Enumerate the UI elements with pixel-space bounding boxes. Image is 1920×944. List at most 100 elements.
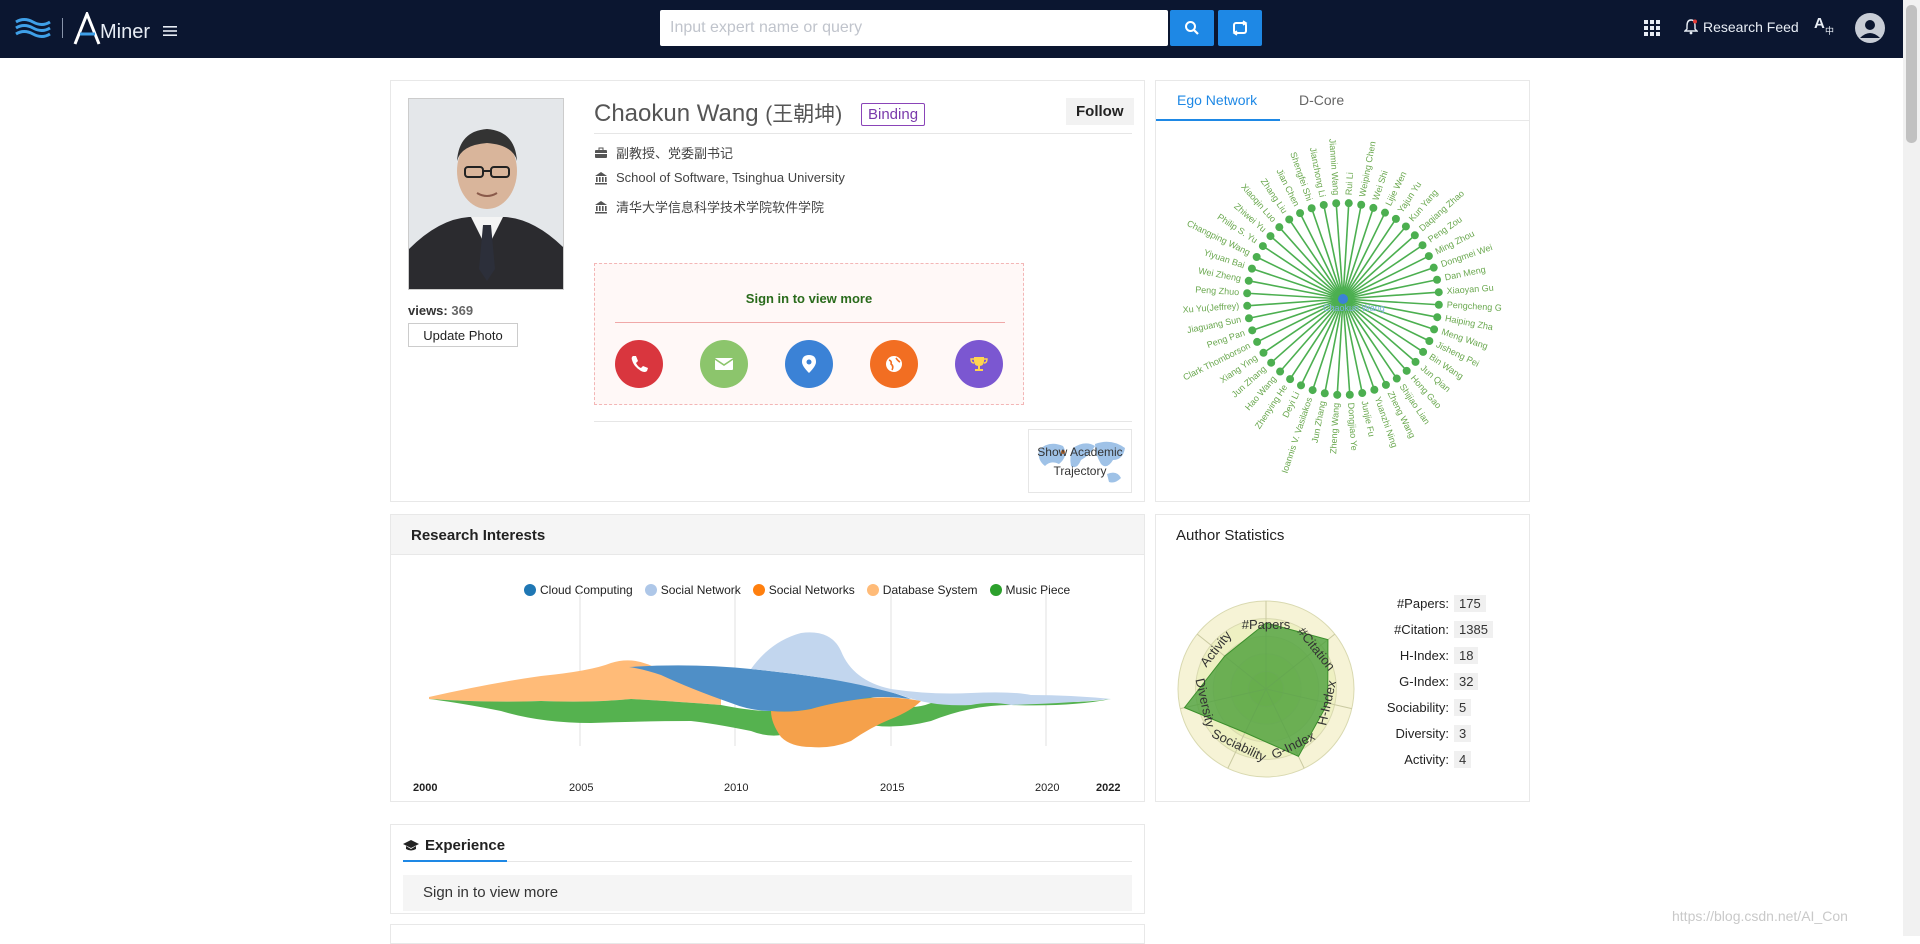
stat-label: G-Index:	[1399, 674, 1449, 689]
ego-node[interactable]	[1358, 389, 1367, 398]
language-switch-icon[interactable]: A 中	[1814, 14, 1836, 36]
phone-button[interactable]	[615, 340, 663, 388]
ego-node[interactable]	[1275, 223, 1284, 232]
ego-node[interactable]	[1253, 337, 1262, 346]
stat-label: H-Index:	[1399, 648, 1449, 663]
ego-node[interactable]	[1296, 209, 1305, 218]
ego-node[interactable]	[1247, 264, 1256, 273]
ego-node[interactable]	[1411, 357, 1420, 366]
ego-node-label[interactable]: Peng Zhuo	[1195, 285, 1240, 298]
ego-node[interactable]	[1370, 385, 1379, 394]
ego-node[interactable]	[1266, 232, 1275, 241]
homepage-button[interactable]	[870, 340, 918, 388]
experience-title-text: Experience	[425, 837, 506, 854]
ego-node-label[interactable]: Zheng Wang	[1328, 402, 1341, 454]
ego-node[interactable]	[1276, 367, 1285, 376]
ego-node[interactable]	[1380, 208, 1389, 217]
experience-title: Experience	[403, 837, 505, 854]
research-feed-link[interactable]: Research Feed	[1703, 19, 1799, 35]
affiliation-en-row: School of Software, Tsinghua University	[594, 170, 845, 185]
ego-node-label[interactable]: Dongjiao Ye	[1346, 402, 1359, 451]
ego-node-label[interactable]: Junjie Fu	[1360, 400, 1377, 438]
ego-node[interactable]	[1433, 313, 1442, 322]
academic-trajectory-button[interactable]: Show Academic Trajectory	[1028, 429, 1132, 493]
brand-name[interactable]: Miner	[100, 21, 150, 44]
ego-node-label[interactable]: Pengcheng G	[1447, 300, 1503, 313]
ego-node[interactable]	[1418, 241, 1427, 250]
ego-node[interactable]	[1258, 242, 1267, 251]
ego-node[interactable]	[1259, 348, 1268, 357]
ego-node[interactable]	[1434, 300, 1443, 309]
ego-node[interactable]	[1243, 289, 1252, 298]
ego-node[interactable]	[1391, 214, 1400, 223]
ego-node[interactable]	[1419, 347, 1428, 356]
bell-icon[interactable]	[1684, 19, 1698, 35]
ego-node[interactable]	[1402, 366, 1411, 375]
tab-ego-network[interactable]: Ego Network	[1177, 92, 1257, 108]
stat-value: 32	[1454, 673, 1479, 690]
ego-node-label[interactable]: Wei Zheng	[1197, 266, 1241, 284]
ego-node[interactable]	[1248, 326, 1257, 335]
ego-node-label[interactable]: Dan Meng	[1444, 264, 1487, 282]
ego-node[interactable]	[1286, 375, 1295, 384]
ego-node[interactable]	[1244, 314, 1253, 323]
ego-node[interactable]	[1401, 222, 1410, 231]
ego-node[interactable]	[1297, 381, 1306, 390]
ego-node[interactable]	[1425, 336, 1434, 345]
ego-node[interactable]	[1430, 325, 1439, 334]
ego-network-graph[interactable]: Rui Li Weiping ChenWei ShiLijie WenYajun …	[1156, 121, 1531, 501]
email-button[interactable]	[700, 340, 748, 388]
profile-panel: views: 369 Update Photo Chaokun Wang (王朝…	[390, 80, 1145, 502]
location-icon	[802, 355, 816, 373]
ego-node-label[interactable]: Jianmin Wang	[1327, 138, 1341, 195]
ego-node[interactable]	[1433, 275, 1442, 284]
location-button[interactable]	[785, 340, 833, 388]
signin-prompt[interactable]: Sign in to view more	[595, 291, 1023, 306]
ego-node[interactable]	[1429, 263, 1438, 272]
stat-row-papers: #Papers: 175	[1366, 595, 1526, 612]
ego-node[interactable]	[1381, 380, 1390, 389]
apps-grid-icon[interactable]	[1644, 20, 1660, 36]
ego-node[interactable]	[1434, 288, 1443, 297]
search-button[interactable]	[1170, 10, 1214, 46]
menu-icon[interactable]	[163, 25, 177, 37]
ego-node[interactable]	[1243, 301, 1252, 310]
update-photo-button[interactable]: Update Photo	[408, 323, 518, 347]
ego-node-label[interactable]: Xiaoyan Gu	[1446, 283, 1494, 296]
ego-node[interactable]	[1369, 203, 1378, 212]
follow-button[interactable]: Follow	[1066, 98, 1134, 125]
experience-signin[interactable]: Sign in to view more	[403, 875, 1132, 911]
ego-node-label[interactable]: Xu Yu(Jeffrey)	[1182, 301, 1239, 315]
ego-node[interactable]	[1410, 231, 1419, 240]
ego-node[interactable]	[1392, 374, 1401, 383]
ego-node[interactable]	[1319, 200, 1328, 209]
ego-node[interactable]	[1244, 276, 1253, 285]
ego-node-label[interactable]: Rui Li	[1344, 172, 1355, 196]
affiliation-cn-text[interactable]: 清华大学信息科学技术学院软件学院	[616, 197, 824, 216]
affiliation-en-text[interactable]: School of Software, Tsinghua University	[616, 170, 845, 185]
tab-d-core[interactable]: D-Core	[1299, 92, 1344, 108]
ego-node[interactable]	[1332, 199, 1341, 208]
ego-node[interactable]	[1285, 215, 1294, 224]
ego-node[interactable]	[1344, 199, 1353, 208]
ego-node[interactable]	[1307, 204, 1316, 213]
ego-node[interactable]	[1308, 386, 1317, 395]
aminer-logo-icon[interactable]	[14, 14, 52, 42]
scrollbar-thumb[interactable]	[1906, 5, 1917, 143]
ego-node[interactable]	[1333, 390, 1342, 399]
ego-node[interactable]	[1357, 200, 1366, 209]
search-icon	[1185, 21, 1199, 35]
awards-button[interactable]	[955, 340, 1003, 388]
switch-search-button[interactable]	[1218, 10, 1262, 46]
ego-node[interactable]	[1320, 389, 1329, 398]
radar-chart[interactable]: #Papers #CitationH-IndexG-IndexSociabilit…	[1166, 589, 1366, 789]
binding-button[interactable]: Binding	[861, 103, 926, 126]
ego-node[interactable]	[1267, 358, 1276, 367]
ego-node[interactable]	[1252, 253, 1261, 262]
ego-node[interactable]	[1424, 252, 1433, 261]
ego-node-label[interactable]: Jun Zhang	[1310, 400, 1328, 444]
ego-node[interactable]	[1345, 390, 1354, 399]
search-input[interactable]	[660, 10, 1168, 46]
user-avatar[interactable]	[1855, 13, 1885, 43]
interests-streamgraph[interactable]: 2000 2005 2010 2015 2020 2022	[391, 571, 1146, 801]
